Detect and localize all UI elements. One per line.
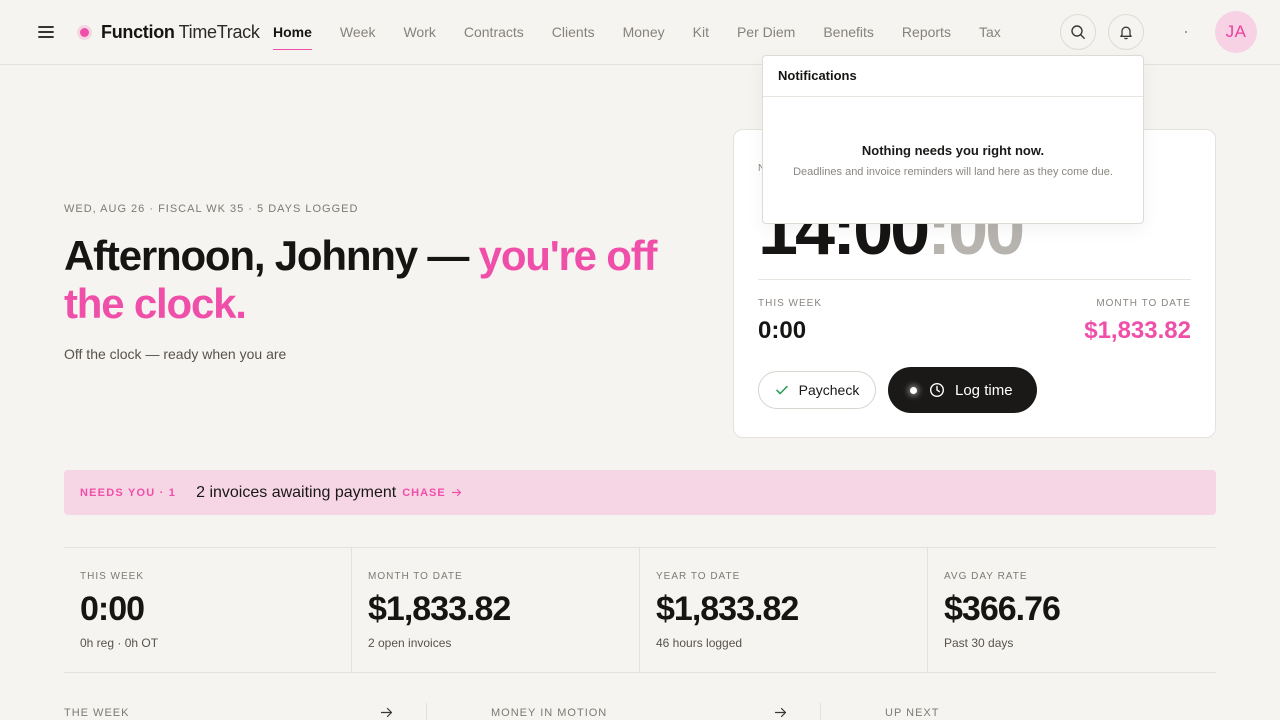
search-icon — [1071, 25, 1085, 39]
log-time-label: Log time — [955, 381, 1013, 399]
stat-value: $366.76 — [944, 590, 1061, 628]
brand-logo[interactable]: Function TimeTrack — [78, 20, 260, 44]
stat-subtext: 46 hours logged — [656, 636, 743, 650]
status-dot-icon — [1185, 31, 1187, 33]
stats-row: THIS WEEK 0:00 0h reg · 0h OT MONTH TO D… — [64, 547, 1216, 673]
month-to-date-label: MONTH TO DATE — [1096, 298, 1191, 309]
avatar[interactable]: JA — [1215, 11, 1257, 53]
bell-icon — [1120, 26, 1132, 40]
stat-label: YEAR TO DATE — [656, 571, 741, 582]
page-title: Afternoon, Johnny — you're off the clock… — [64, 232, 704, 328]
brand-suffix: TimeTrack — [178, 21, 260, 42]
notifications-popover: Notifications Nothing needs you right no… — [762, 55, 1144, 224]
stat-label: AVG DAY RATE — [944, 571, 1028, 582]
needs-you-banner: NEEDS YOU · 1 2 invoices awaiting paymen… — [64, 470, 1216, 515]
brand-dot-icon — [80, 27, 89, 37]
section-divider — [426, 703, 427, 720]
stat-subtext: 0h reg · 0h OT — [80, 636, 159, 650]
this-week-value: 0:00 — [758, 317, 807, 344]
search-button[interactable] — [1060, 14, 1096, 50]
nav-contracts[interactable]: Contracts — [464, 0, 524, 64]
notifications-empty-title: Nothing needs you right now. — [861, 143, 1045, 158]
nav-money[interactable]: Money — [623, 0, 665, 64]
stat-subtext: 2 open invoices — [368, 636, 452, 650]
hamburger-icon[interactable] — [36, 22, 56, 42]
stat-month-to-date: MONTH TO DATE $1,833.82 2 open invoices — [352, 548, 640, 672]
log-time-button[interactable]: Log time — [888, 367, 1037, 413]
stat-label: THIS WEEK — [80, 571, 145, 582]
notifications-empty-subtitle: Deadlines and invoice reminders will lan… — [793, 166, 1113, 178]
brand-name: Function — [101, 21, 175, 42]
paycheck-button[interactable]: Paycheck — [758, 371, 876, 409]
paycheck-label: Paycheck — [798, 382, 860, 398]
stat-avg-day-rate: AVG DAY RATE $366.76 Past 30 days — [928, 548, 1216, 672]
hero-subline: Off the clock — ready when you are — [64, 346, 287, 362]
chase-label: CHASE — [402, 486, 446, 499]
popover-divider — [763, 96, 1143, 97]
needs-you-text: 2 invoices awaiting payment — [196, 483, 397, 501]
section-divider — [820, 703, 821, 720]
arrow-right-icon[interactable] — [774, 706, 787, 719]
notifications-button[interactable] — [1108, 14, 1144, 50]
notifications-title: Notifications — [778, 68, 857, 83]
arrow-right-icon — [451, 488, 461, 497]
check-icon — [775, 385, 788, 395]
stat-label: MONTH TO DATE — [368, 571, 463, 582]
stat-subtext: Past 30 days — [944, 636, 1014, 650]
chase-link[interactable]: CHASE — [402, 487, 462, 499]
nav-clients[interactable]: Clients — [552, 0, 595, 64]
nav-week[interactable]: Week — [340, 0, 376, 64]
this-week-label: THIS WEEK — [758, 298, 823, 309]
stat-value: $1,833.82 — [656, 590, 799, 628]
stat-value: 0:00 — [80, 590, 145, 628]
stat-year-to-date: YEAR TO DATE $1,833.82 46 hours logged — [640, 548, 928, 672]
arrow-right-icon[interactable] — [380, 706, 393, 719]
section-money-in-motion: MONEY IN MOTION — [491, 707, 608, 719]
needs-you-tag: NEEDS YOU · 1 — [80, 486, 177, 499]
stat-value: $1,833.82 — [368, 590, 511, 628]
headline-main: Afternoon, Johnny — — [64, 232, 479, 279]
section-up-next: UP NEXT — [885, 707, 940, 719]
recording-dot-icon — [910, 386, 917, 394]
card-divider — [758, 279, 1191, 280]
date-line: WED, AUG 26 · FISCAL WK 35 · 5 DAYS LOGG… — [64, 203, 359, 215]
stat-this-week: THIS WEEK 0:00 0h reg · 0h OT — [64, 548, 352, 672]
month-to-date-value: $1,833.82 — [1084, 317, 1191, 344]
section-the-week: THE WEEK — [64, 707, 130, 719]
nav-work[interactable]: Work — [403, 0, 435, 64]
clock-icon — [929, 382, 945, 398]
nav-kit[interactable]: Kit — [693, 0, 709, 64]
nav-home[interactable]: Home — [273, 0, 312, 64]
